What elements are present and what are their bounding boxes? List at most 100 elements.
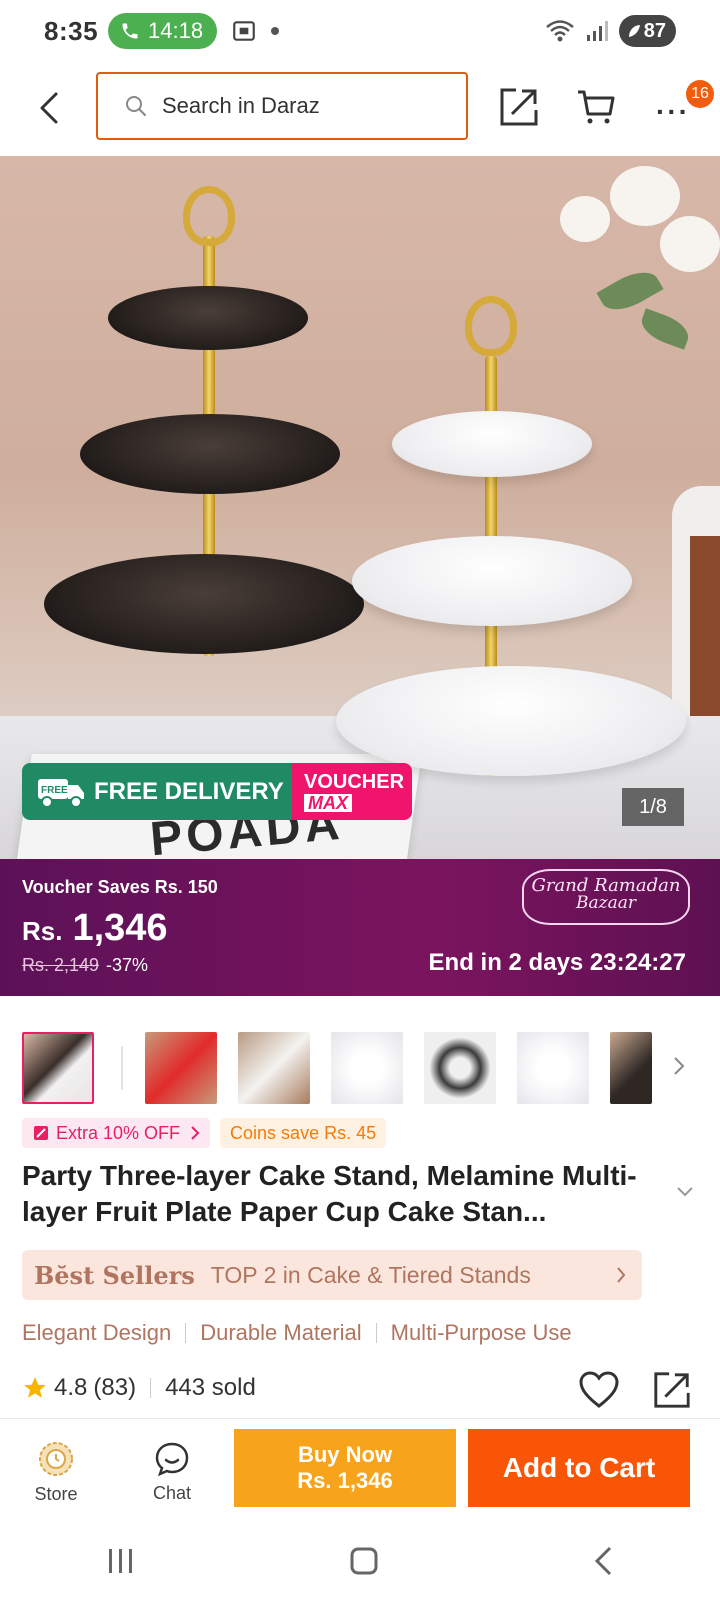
feature-tag: Durable Material bbox=[200, 1320, 362, 1345]
share-icon[interactable] bbox=[652, 1370, 692, 1410]
image-counter: 1/8 bbox=[622, 788, 684, 826]
thumbnail-2[interactable] bbox=[145, 1032, 217, 1104]
coins-save-chip[interactable]: Coins save Rs. 45 bbox=[220, 1118, 387, 1148]
rating-count: (83) bbox=[93, 1374, 137, 1401]
delivery-truck-icon: FREE bbox=[38, 778, 84, 808]
share-icon[interactable] bbox=[498, 86, 540, 128]
status-bar: 8:35 14:18 87 bbox=[0, 0, 720, 62]
screenshot-icon bbox=[233, 21, 255, 41]
price-amount: 1,346 bbox=[72, 907, 168, 949]
rating-value: 4.8 bbox=[54, 1374, 88, 1401]
best-sellers-banner[interactable]: Bĕst Sellers TOP 2 in Cake & Tiered Stan… bbox=[22, 1250, 642, 1300]
best-sellers-brand: Bĕst Sellers bbox=[34, 1260, 195, 1290]
voucher-label: VOUCHER bbox=[304, 770, 405, 793]
signal-icon bbox=[586, 21, 608, 41]
dark-stand-handle bbox=[183, 186, 235, 246]
flower-decoration bbox=[560, 196, 610, 242]
search-placeholder: Search in Daraz bbox=[162, 93, 320, 118]
thumbnail-4[interactable] bbox=[331, 1032, 403, 1104]
thumbnail-1[interactable] bbox=[22, 1032, 94, 1104]
bottom-action-bar: Store Chat Buy Now Rs. 1,346 Add to Cart bbox=[0, 1418, 720, 1522]
status-time: 8:35 bbox=[44, 15, 99, 46]
product-title: Party Three-layer Cake Stand, Melamine M… bbox=[22, 1160, 637, 1227]
battery-level: 87 bbox=[643, 19, 666, 42]
thumbnail-6[interactable] bbox=[517, 1032, 589, 1104]
white-stand-bottom-tier bbox=[336, 666, 686, 776]
search-input[interactable]: Search in Daraz bbox=[96, 72, 468, 140]
chat-button[interactable]: Chat bbox=[134, 1427, 210, 1517]
price-banner: Voucher Saves Rs. 150 Rs. 1,346 Rs. 2,14… bbox=[0, 859, 720, 996]
campaign-line2: Bazaar bbox=[576, 893, 636, 913]
white-stand-handle bbox=[465, 296, 517, 356]
phone-icon bbox=[122, 23, 138, 39]
more-options-button[interactable]: ··· bbox=[656, 96, 690, 128]
thumbnail-7[interactable] bbox=[610, 1032, 652, 1104]
store-icon bbox=[39, 1441, 73, 1476]
campaign-badge: Grand Ramadan Bazaar bbox=[522, 869, 690, 925]
ongoing-call-pill[interactable]: 14:18 bbox=[108, 13, 218, 49]
tag-divider bbox=[375, 1323, 377, 1343]
rating-row[interactable]: 4.8 (83) 443 sold bbox=[22, 1374, 256, 1402]
dark-stand-middle-tier bbox=[80, 414, 340, 494]
store-button[interactable]: Store bbox=[18, 1427, 94, 1517]
extra-off-chip[interactable]: Extra 10% OFF bbox=[22, 1118, 211, 1148]
home-icon[interactable] bbox=[349, 1546, 379, 1576]
chevron-right-icon[interactable] bbox=[672, 1054, 686, 1078]
chat-icon bbox=[155, 1442, 189, 1476]
original-price: Rs. 2,149 bbox=[22, 955, 100, 975]
leaf-decoration bbox=[637, 308, 693, 350]
feature-tag: Multi-Purpose Use bbox=[390, 1320, 572, 1345]
sold-count: 443 sold bbox=[165, 1374, 256, 1401]
best-sellers-rank: TOP 2 in Cake & Tiered Stands bbox=[210, 1261, 531, 1288]
white-stand-top-tier bbox=[392, 411, 592, 477]
free-delivery-label: FREE DELIVERY bbox=[94, 777, 284, 805]
thumbnail-5[interactable] bbox=[424, 1032, 496, 1104]
tag-divider bbox=[185, 1323, 187, 1343]
thumbnail-divider bbox=[121, 1046, 123, 1090]
search-icon bbox=[126, 96, 146, 116]
chevron-right-icon bbox=[191, 1126, 200, 1140]
heart-icon[interactable] bbox=[578, 1370, 620, 1410]
system-back-icon[interactable] bbox=[592, 1545, 614, 1577]
flower-decoration bbox=[610, 166, 680, 226]
buy-now-price: Rs. 1,346 bbox=[297, 1468, 393, 1493]
current-price: Rs. 1,346 bbox=[22, 907, 168, 950]
feature-tag: Elegant Design bbox=[22, 1320, 172, 1345]
notification-dot-icon bbox=[271, 27, 280, 35]
dark-stand-bottom-tier bbox=[44, 554, 364, 654]
promo-chips: Extra 10% OFF Coins save Rs. 45 bbox=[22, 1118, 387, 1148]
buy-now-button[interactable]: Buy Now Rs. 1,346 bbox=[234, 1429, 456, 1507]
add-to-cart-button[interactable]: Add to Cart bbox=[468, 1429, 690, 1507]
voucher-max-label: MAX bbox=[304, 793, 352, 812]
campaign-countdown: End in 2 days 23:24:27 bbox=[428, 949, 686, 976]
rating-divider bbox=[150, 1378, 152, 1398]
notification-badge: 16 bbox=[686, 80, 714, 108]
flower-decoration bbox=[660, 216, 720, 272]
wifi-icon bbox=[545, 20, 574, 42]
system-nav-bar bbox=[0, 1522, 720, 1600]
chat-label: Chat bbox=[152, 1482, 192, 1503]
top-header: Search in Daraz ··· 16 bbox=[0, 62, 720, 156]
currency-label: Rs. bbox=[22, 916, 63, 946]
back-arrow-icon[interactable] bbox=[36, 90, 62, 126]
thumbnail-3[interactable] bbox=[238, 1032, 310, 1104]
free-tag: FREE bbox=[41, 785, 68, 796]
free-delivery-banner: FREE FREE DELIVERY VOUCHER MAX bbox=[22, 763, 412, 820]
thumbnail-strip bbox=[22, 1030, 702, 1106]
chevron-down-icon[interactable] bbox=[676, 1186, 694, 1198]
star-icon bbox=[24, 1377, 46, 1398]
white-stand-middle-tier bbox=[352, 536, 632, 626]
extra-off-label: Extra 10% OFF bbox=[56, 1122, 181, 1143]
coins-save-label: Coins save Rs. 45 bbox=[230, 1122, 377, 1143]
cart-icon[interactable] bbox=[576, 88, 616, 126]
product-image-gallery[interactable]: POADA FREE FREE DELIVERY VOUCHER MAX 1/8 bbox=[0, 156, 720, 859]
dark-stand-top-tier bbox=[108, 286, 308, 350]
feature-tags: Elegant Design Durable Material Multi-Pu… bbox=[22, 1320, 572, 1346]
chevron-right-icon bbox=[617, 1267, 626, 1283]
recent-apps-icon[interactable] bbox=[106, 1547, 136, 1575]
discount-percent: -37% bbox=[106, 955, 149, 975]
coupon-icon bbox=[34, 1126, 48, 1140]
store-label: Store bbox=[34, 1483, 78, 1504]
battery-indicator: 87 bbox=[618, 15, 676, 47]
buy-now-label: Buy Now bbox=[297, 1442, 393, 1467]
